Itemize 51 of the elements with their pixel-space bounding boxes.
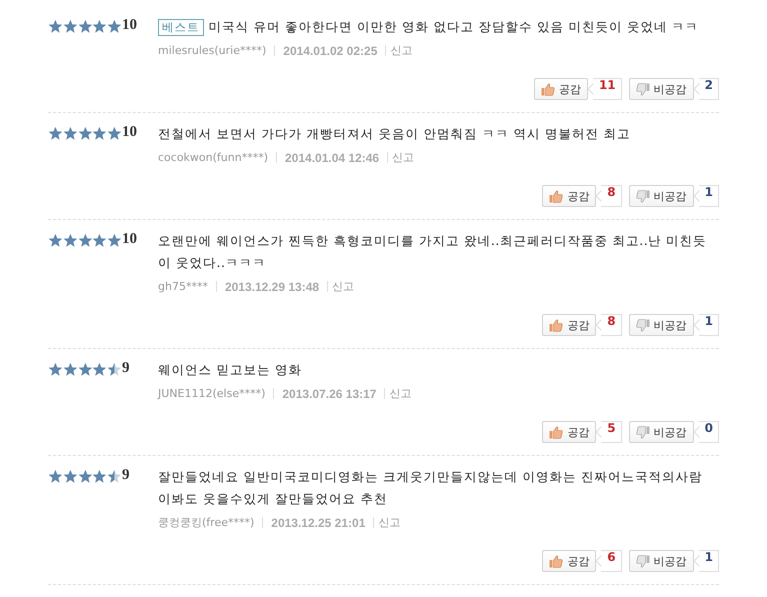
dislike-button[interactable]: 비공감 <box>628 314 694 336</box>
thumbs-up-icon <box>549 318 564 332</box>
like-count: 8 <box>596 314 622 336</box>
thumbs-up-icon <box>549 554 564 568</box>
dislike-count: 0 <box>694 421 719 443</box>
dislike-count: 1 <box>694 550 719 572</box>
dislike-count: 1 <box>694 185 719 207</box>
like-button[interactable]: 공감 <box>542 421 596 443</box>
like-count: 8 <box>596 185 622 207</box>
like-button[interactable]: 공감 <box>542 550 596 572</box>
score: 10 <box>122 124 138 141</box>
dislike-count: 1 <box>694 314 719 336</box>
like-count: 6 <box>596 550 622 572</box>
review-date: 2013.07.26 13:17 <box>282 386 376 400</box>
author: 쿵컹쿵킹(free****) <box>158 515 254 530</box>
thumbs-down-icon <box>636 426 650 438</box>
dislike-button[interactable]: 비공감 <box>628 78 694 100</box>
score: 9 <box>122 360 130 377</box>
author: gh75**** <box>158 280 208 293</box>
dislike-button[interactable]: 비공감 <box>628 421 694 443</box>
review-date: 2013.12.25 21:01 <box>271 516 366 530</box>
review-text: 웨이언스 믿고보는 영화 <box>158 361 303 379</box>
review-text: 잘만들었네요 일반미국코미디영화는 크게웃기만들지않는데 이영화는 진짜어느국적의사람이봐도 웃을수있게 잘만들었어요 추천 <box>158 468 704 508</box>
review-text: 전철에서 보면서 가다가 개빵터져서 웃음이 안멈춰짐 ㅋㅋ 역시 명불허전 최고 <box>158 125 632 143</box>
thumbs-down-icon <box>636 318 650 332</box>
thumbs-down-icon <box>636 190 650 202</box>
dislike-button[interactable]: 비공감 <box>628 550 694 572</box>
like-button[interactable]: 공감 <box>534 78 588 100</box>
author: milesrules(urie****) <box>158 44 266 57</box>
like-button[interactable]: 공감 <box>542 314 596 336</box>
review-date: 2014.01.02 02:25 <box>283 44 378 58</box>
best-badge: 베스트 <box>158 19 204 36</box>
like-count: 11 <box>588 78 622 100</box>
thumbs-down-icon <box>636 82 650 96</box>
score: 10 <box>122 17 138 34</box>
dislike-button[interactable]: 비공감 <box>628 185 694 207</box>
dislike-count: 2 <box>694 78 719 100</box>
thumbs-up-icon <box>549 426 564 438</box>
review-text: 미국식 유머 좋아한다면 이만한 영화 없다고 장담할수 있음 미친듯이 웃었네 ㅋㅋ <box>208 19 699 34</box>
thumbs-up-icon <box>540 82 555 96</box>
review-text: 오랜만에 웨이언스가 찐득한 흑형코미디를 가지고 왔네..최근페러디작품중 최고..난 미친듯이 웃었다..ㅋㅋㅋ <box>158 232 708 272</box>
like-count: 5 <box>596 421 622 443</box>
thumbs-down-icon <box>636 554 650 568</box>
author: cocokwon(funn****) <box>158 151 268 164</box>
score: 9 <box>122 467 130 484</box>
thumbs-up-icon <box>549 190 564 202</box>
review-date: 2013.12.29 13:48 <box>224 280 320 294</box>
score: 10 <box>122 231 138 248</box>
review-date: 2014.01.04 12:46 <box>285 150 380 164</box>
like-button[interactable]: 공감 <box>542 185 596 207</box>
author: JUNE1112(else****) <box>158 387 266 400</box>
